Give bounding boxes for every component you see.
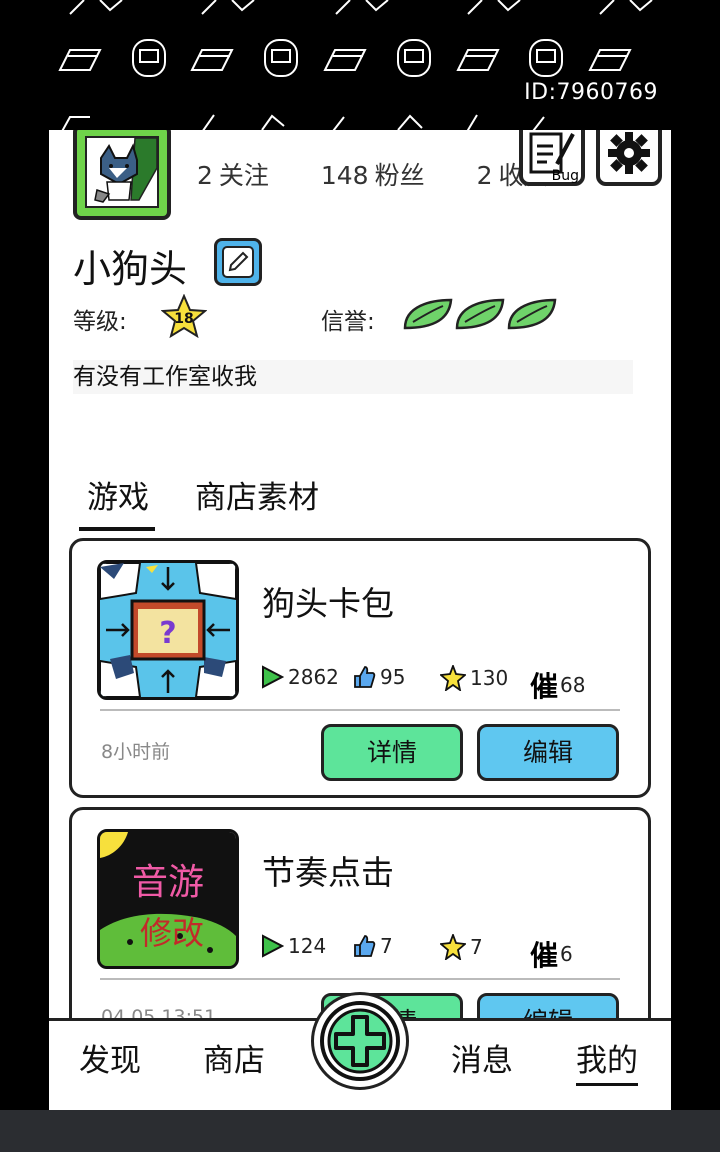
plus-icon <box>320 1001 400 1081</box>
tab-shop-materials[interactable]: 商店素材 <box>195 472 319 517</box>
star-icon <box>440 934 466 960</box>
left-margin <box>0 135 49 1110</box>
star-icon: 18 <box>160 293 208 339</box>
stars-metric: 7 <box>440 934 483 960</box>
bio-text: 有没有工作室收我 <box>73 360 633 394</box>
urges-count: 6 <box>560 942 573 966</box>
avatar[interactable] <box>73 130 171 220</box>
credit-label: 信誉: <box>321 309 375 335</box>
detail-button[interactable]: 详情 <box>321 724 463 781</box>
urges-count: 68 <box>560 673 586 697</box>
thumb-text-1: 音游 <box>132 862 204 903</box>
edit-name-button[interactable] <box>214 238 262 286</box>
level-value: 18 <box>174 311 193 327</box>
nav-shop[interactable]: 商店 <box>203 1035 265 1080</box>
plays-count: 2862 <box>288 665 339 689</box>
settings-button[interactable] <box>596 130 662 186</box>
card-pack-icon: ? <box>100 563 236 697</box>
star-icon <box>440 665 466 691</box>
urge-icon: 催 <box>530 939 559 972</box>
thumbs-up-icon <box>354 666 376 688</box>
profile-panel: 2关注 148粉丝 2收藏 Bug 小狗头 <box>49 130 671 1110</box>
game-metrics: 124 7 7 催 6 <box>260 934 630 972</box>
nav-messages[interactable]: 消息 <box>451 1035 513 1080</box>
likes-metric: 7 <box>352 934 393 958</box>
rhythm-game-icon: 音游 修改 <box>100 832 236 966</box>
user-id: ID:7960769 <box>524 80 658 105</box>
doodle-pattern-icon <box>58 0 653 135</box>
pencil-icon <box>222 246 254 278</box>
game-title: 狗头卡包 <box>262 584 394 623</box>
game-card[interactable]: ? 狗头卡包 2862 95 130 催 68 8小时前 详情 编辑 <box>69 538 651 798</box>
fox-icon <box>94 137 158 203</box>
game-thumbnail[interactable]: 音游 修改 <box>97 829 239 969</box>
urges-metric: 催 6 <box>530 934 573 974</box>
bug-report-button[interactable]: Bug <box>519 130 585 186</box>
card-divider <box>100 978 620 980</box>
level-label: 等级: <box>73 309 127 335</box>
following-stat[interactable]: 2 关注 <box>197 161 291 190</box>
followers-stat[interactable]: 148 粉丝 <box>321 161 447 190</box>
likes-count: 7 <box>380 934 393 958</box>
bug-label: Bug <box>551 168 579 184</box>
gear-icon <box>608 132 650 174</box>
level-badge: 18 <box>160 293 208 342</box>
plays-metric: 2862 <box>260 665 339 689</box>
plays-metric: 124 <box>260 934 326 958</box>
credit-leaves <box>401 296 561 336</box>
game-metrics: 2862 95 130 催 68 <box>260 665 630 703</box>
edit-button[interactable]: 编辑 <box>477 724 619 781</box>
header-pattern: ID:7960769 <box>0 0 720 135</box>
thumbs-up-icon <box>354 935 376 957</box>
stars-count: 130 <box>470 666 509 690</box>
urge-icon: 催 <box>530 670 559 703</box>
game-title: 节奏点击 <box>262 853 394 892</box>
game-thumbnail[interactable]: ? <box>97 560 239 700</box>
thumb-text-2: 修改 <box>140 914 204 952</box>
nav-mine[interactable]: 我的 <box>576 1035 638 1086</box>
stars-metric: 130 <box>440 665 508 691</box>
leaf-icon <box>403 298 557 330</box>
right-margin <box>671 135 720 1110</box>
system-nav-bar <box>0 1110 720 1152</box>
likes-count: 95 <box>380 665 406 689</box>
urges-metric: 催 68 <box>530 665 585 705</box>
svg-text:?: ? <box>159 616 176 651</box>
create-button[interactable] <box>311 992 409 1090</box>
stars-count: 7 <box>470 935 483 959</box>
avatar-image <box>85 136 159 208</box>
updated-time: 8小时前 <box>101 741 171 763</box>
likes-metric: 95 <box>352 665 405 689</box>
play-icon <box>262 934 284 958</box>
play-icon <box>262 665 284 689</box>
card-divider <box>100 709 620 711</box>
nav-discover[interactable]: 发现 <box>79 1035 141 1080</box>
tab-games[interactable]: 游戏 <box>79 472 155 531</box>
plays-count: 124 <box>288 934 327 958</box>
username: 小狗头 <box>73 247 188 291</box>
